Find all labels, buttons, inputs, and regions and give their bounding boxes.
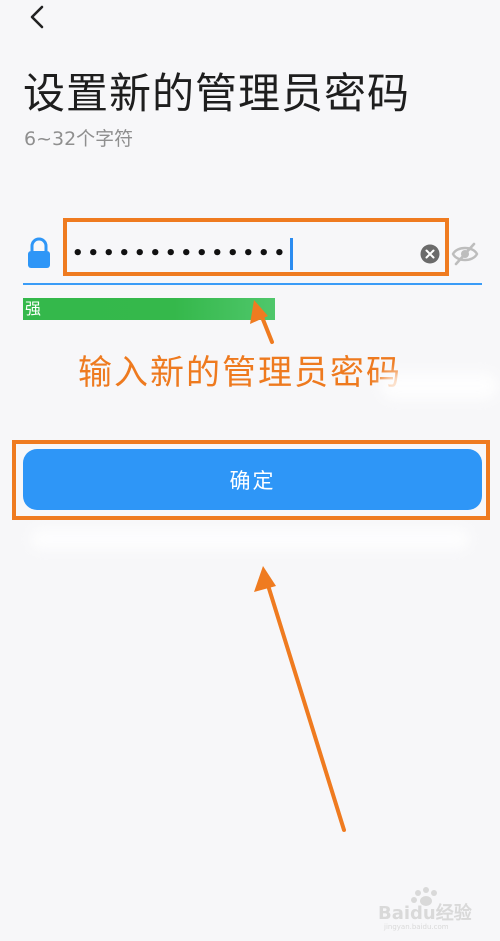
annotation-arrow-long xyxy=(254,566,346,832)
watermark-text: Baidu经验 xyxy=(378,902,473,924)
lock-icon xyxy=(28,237,50,268)
input-underline xyxy=(23,283,482,285)
smudge-mark xyxy=(380,372,498,400)
password-strength-label: 强 xyxy=(25,299,42,318)
confirm-button[interactable]: 确定 xyxy=(23,449,482,510)
baidu-watermark: Baidu经验 jingyan.baidu.com xyxy=(378,887,473,931)
annotation-text: 输入新的管理员密码 xyxy=(78,353,402,393)
eye-off-icon[interactable] xyxy=(451,240,479,268)
chevron-left-icon xyxy=(30,5,44,29)
back-button[interactable] xyxy=(22,2,52,32)
smudge-mark xyxy=(30,528,470,550)
page-title: 设置新的管理员密码 xyxy=(23,69,411,118)
password-strength-bar: 强 xyxy=(23,298,275,320)
text-caret xyxy=(290,238,294,270)
password-input[interactable]: •••••••••••••• xyxy=(72,231,412,277)
watermark-subtext: jingyan.baidu.com xyxy=(383,923,449,931)
clear-circle-icon[interactable] xyxy=(420,244,440,264)
page-subtitle: 6~32个字符 xyxy=(24,128,134,150)
password-masked-value: •••••••••••••• xyxy=(72,243,290,264)
